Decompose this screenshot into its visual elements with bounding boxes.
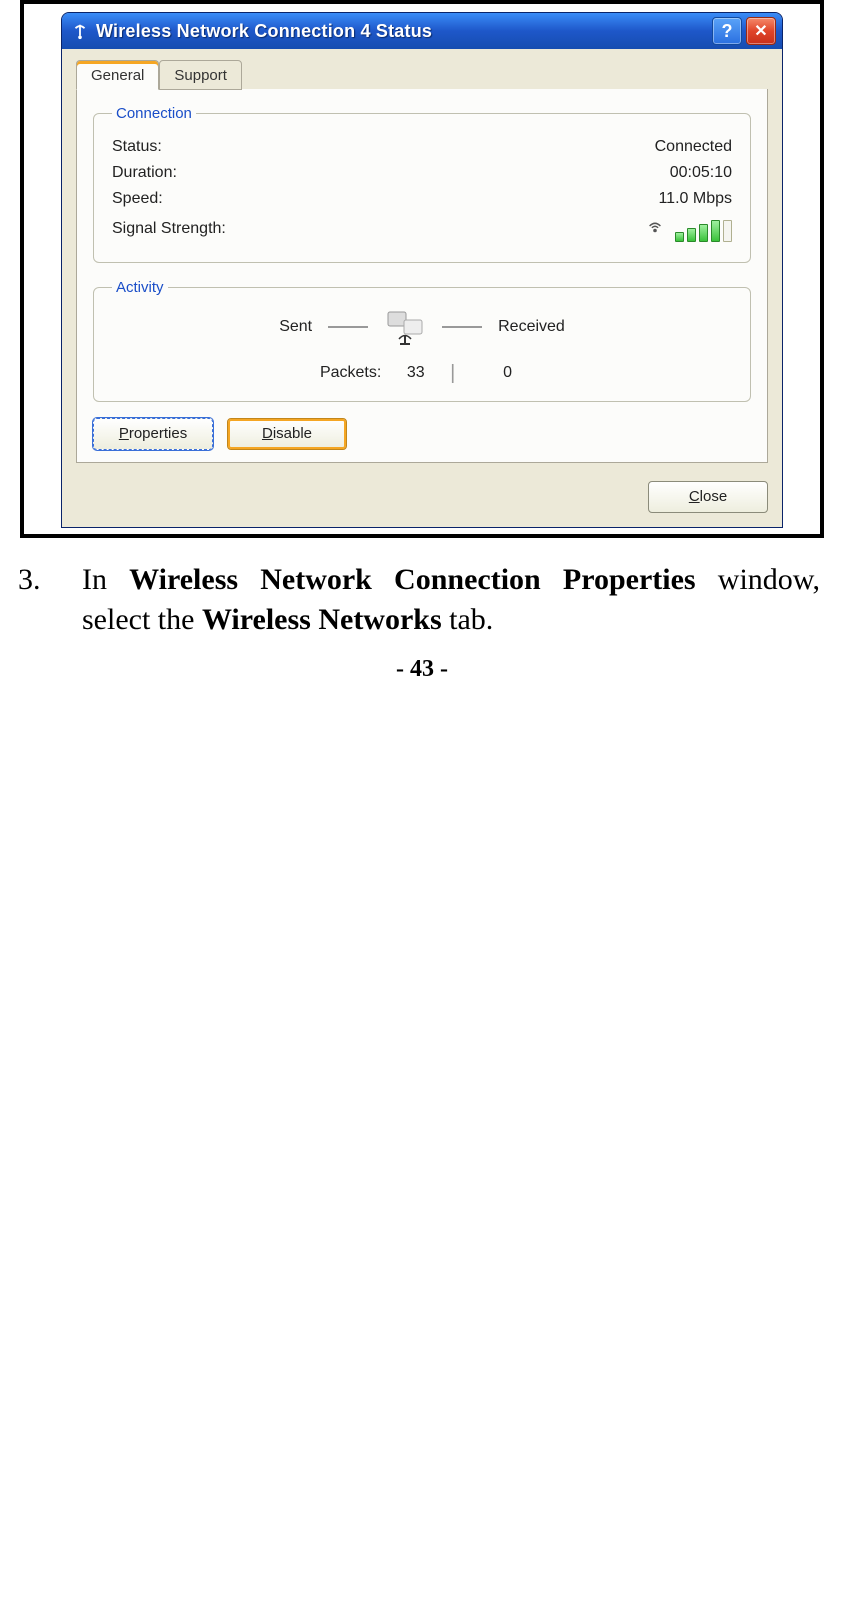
window-title: Wireless Network Connection 4 Status bbox=[96, 21, 712, 42]
help-button[interactable]: ? bbox=[712, 17, 742, 45]
status-label: Status: bbox=[112, 138, 162, 156]
titlebar[interactable]: Wireless Network Connection 4 Status ? ✕ bbox=[62, 13, 782, 49]
tab-support[interactable]: Support bbox=[159, 60, 242, 90]
instruction-step-3: 3. In Wireless Network Connection Proper… bbox=[14, 560, 820, 641]
page-number: - 43 - bbox=[0, 656, 844, 683]
dialog-body: General Support Connection Status: Conne… bbox=[62, 49, 782, 527]
activity-sent-label: Sent bbox=[279, 318, 312, 336]
tab-support-label: Support bbox=[174, 67, 227, 84]
properties-button-rest: roperties bbox=[129, 425, 187, 442]
activity-dash-right bbox=[442, 326, 482, 328]
status-dialog-window: Wireless Network Connection 4 Status ? ✕… bbox=[61, 12, 783, 528]
step-number: 3. bbox=[14, 560, 82, 641]
document-page: Wireless Network Connection 4 Status ? ✕… bbox=[0, 0, 844, 701]
packets-sent-value: 33 bbox=[381, 364, 442, 382]
packets-received-value: 0 bbox=[463, 364, 524, 382]
close-button[interactable]: Close bbox=[648, 481, 768, 513]
connection-group: Connection Status: Connected Duration: 0… bbox=[93, 105, 751, 263]
signal-bars-icon bbox=[675, 220, 732, 242]
speed-row: Speed: 11.0 Mbps bbox=[112, 186, 732, 212]
network-computers-icon bbox=[384, 308, 426, 346]
activity-received-label: Received bbox=[498, 318, 565, 336]
window-close-button[interactable]: ✕ bbox=[746, 17, 776, 45]
duration-value: 00:05:10 bbox=[670, 164, 732, 182]
signal-value bbox=[645, 216, 732, 242]
duration-label: Duration: bbox=[112, 164, 177, 182]
close-row: Close bbox=[76, 481, 768, 513]
help-icon: ? bbox=[722, 21, 733, 42]
step-text-prefix: In bbox=[82, 563, 129, 596]
close-button-rest: lose bbox=[700, 488, 728, 505]
wireless-icon bbox=[70, 21, 90, 41]
activity-diagram: Sent bbox=[112, 308, 732, 385]
close-icon: ✕ bbox=[754, 21, 767, 41]
step-text-suffix: tab. bbox=[442, 603, 494, 636]
activity-dash-left bbox=[328, 326, 368, 328]
step-bold-2: Wireless Networks bbox=[202, 603, 442, 636]
connection-legend: Connection bbox=[112, 105, 196, 122]
disable-button-rest: isable bbox=[273, 425, 312, 442]
duration-row: Duration: 00:05:10 bbox=[112, 160, 732, 186]
signal-row: Signal Strength: bbox=[112, 212, 732, 246]
tab-strip: General Support bbox=[76, 59, 768, 90]
step-bold-1: Wireless Network Connection Properties bbox=[129, 563, 695, 596]
step-text: In Wireless Network Connection Propertie… bbox=[82, 560, 820, 641]
action-buttons: Properties Disable bbox=[93, 418, 751, 450]
figure-border: Wireless Network Connection 4 Status ? ✕… bbox=[20, 0, 824, 538]
speed-label: Speed: bbox=[112, 190, 163, 208]
properties-button[interactable]: Properties bbox=[93, 418, 213, 450]
tab-panel-general: Connection Status: Connected Duration: 0… bbox=[76, 89, 768, 463]
disable-button[interactable]: Disable bbox=[227, 418, 347, 450]
status-value: Connected bbox=[655, 138, 732, 156]
status-row: Status: Connected bbox=[112, 134, 732, 160]
signal-label: Signal Strength: bbox=[112, 220, 226, 238]
tab-general-label: General bbox=[91, 67, 144, 84]
tab-general[interactable]: General bbox=[76, 60, 159, 90]
packets-divider: | bbox=[443, 362, 463, 385]
title-buttons: ? ✕ bbox=[712, 17, 776, 45]
speed-value: 11.0 Mbps bbox=[658, 190, 732, 208]
packets-label: Packets: bbox=[320, 364, 381, 382]
activity-legend: Activity bbox=[112, 279, 168, 296]
wifi-antenna-icon bbox=[645, 216, 665, 236]
activity-group: Activity Sent bbox=[93, 279, 751, 402]
